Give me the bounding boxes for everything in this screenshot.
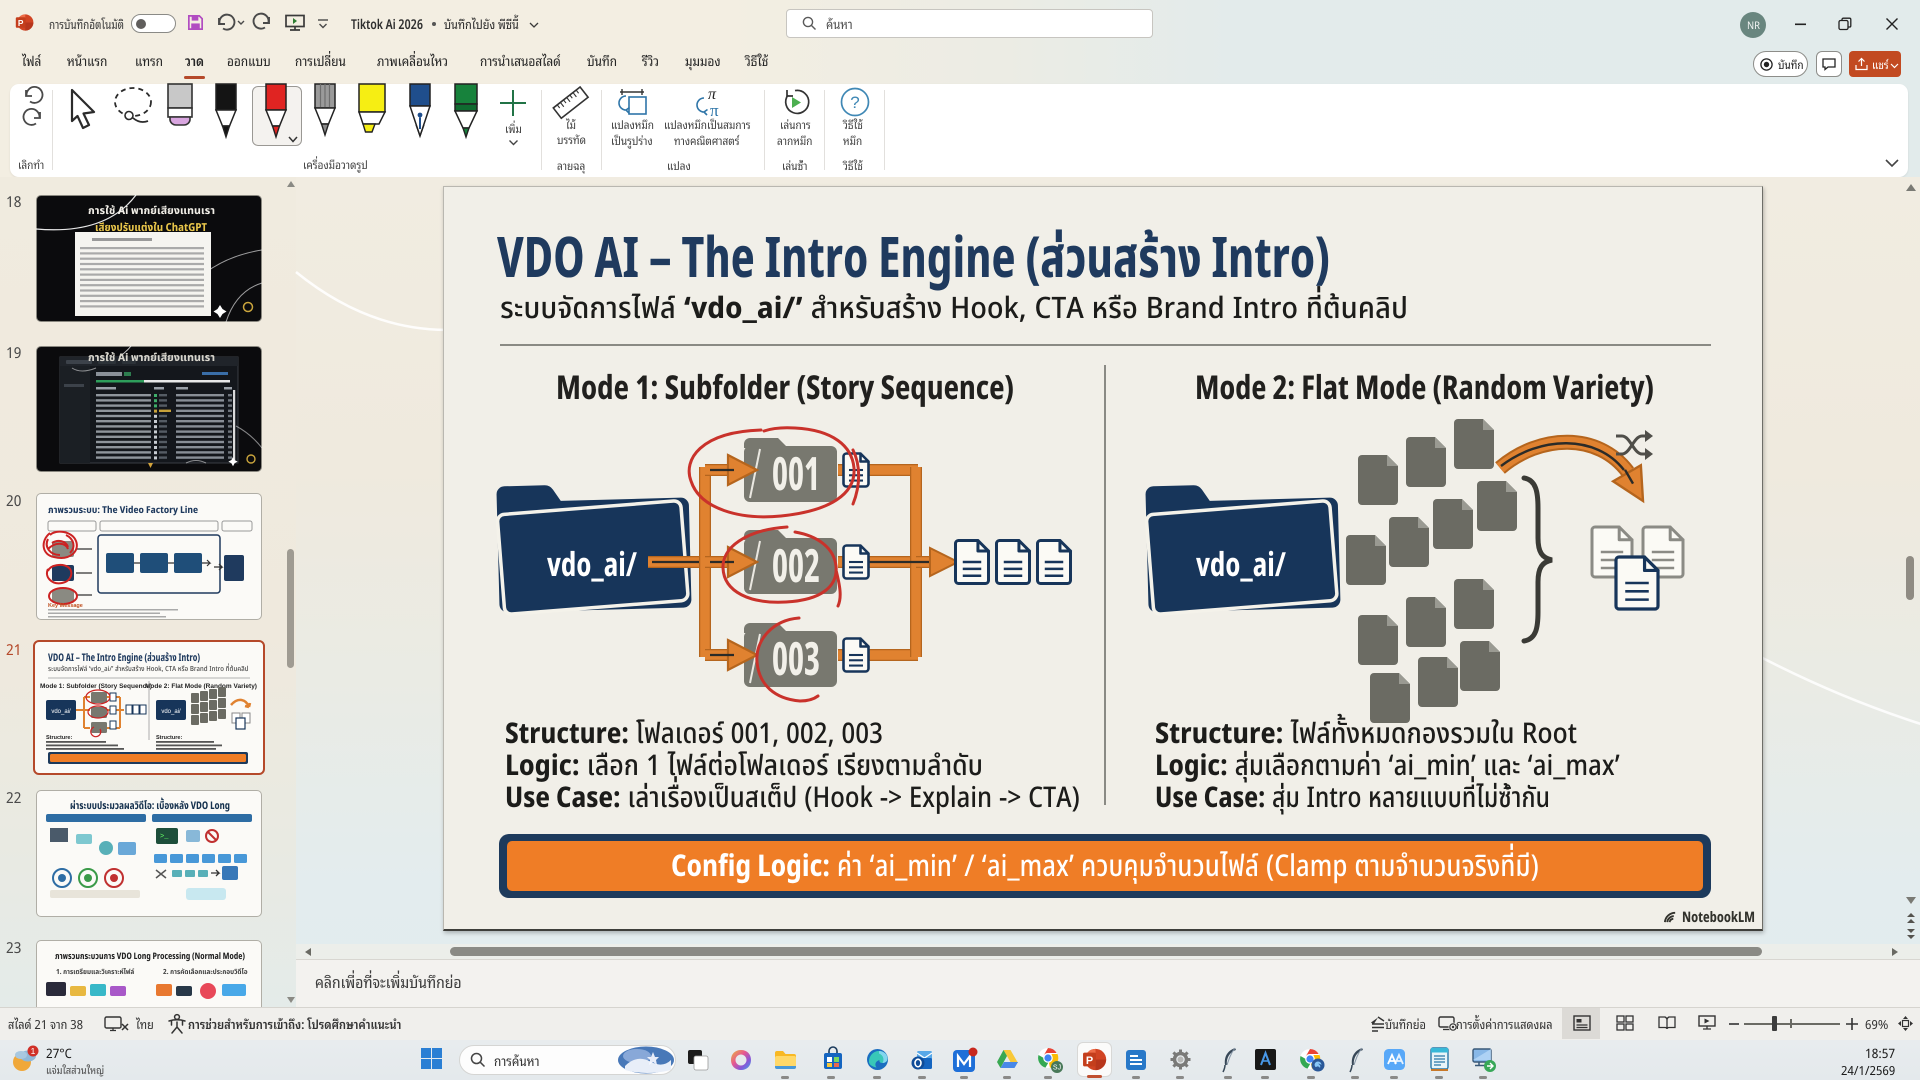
svg-text:P: P: [1086, 1055, 1093, 1067]
svg-text:1: 1: [31, 1046, 36, 1056]
svg-text:Mode 2: Flat Mode (Random Vari: Mode 2: Flat Mode (Random Variety): [145, 683, 257, 690]
svg-text:Structure:: Structure:: [46, 735, 72, 741]
svg-text:vdo_ai/: vdo_ai/: [51, 709, 71, 715]
svg-text:SJ: SJ: [1053, 1065, 1061, 1072]
svg-text:vdo_ai/: vdo_ai/: [161, 709, 181, 715]
svg-text:>_: >_: [160, 833, 169, 841]
svg-text:Structure:: Structure:: [156, 735, 182, 741]
svg-text:Mode 1: Subfolder (Story Seque: Mode 1: Subfolder (Story Sequence): [40, 683, 152, 690]
svg-text:Key Message: Key Message: [48, 603, 83, 609]
